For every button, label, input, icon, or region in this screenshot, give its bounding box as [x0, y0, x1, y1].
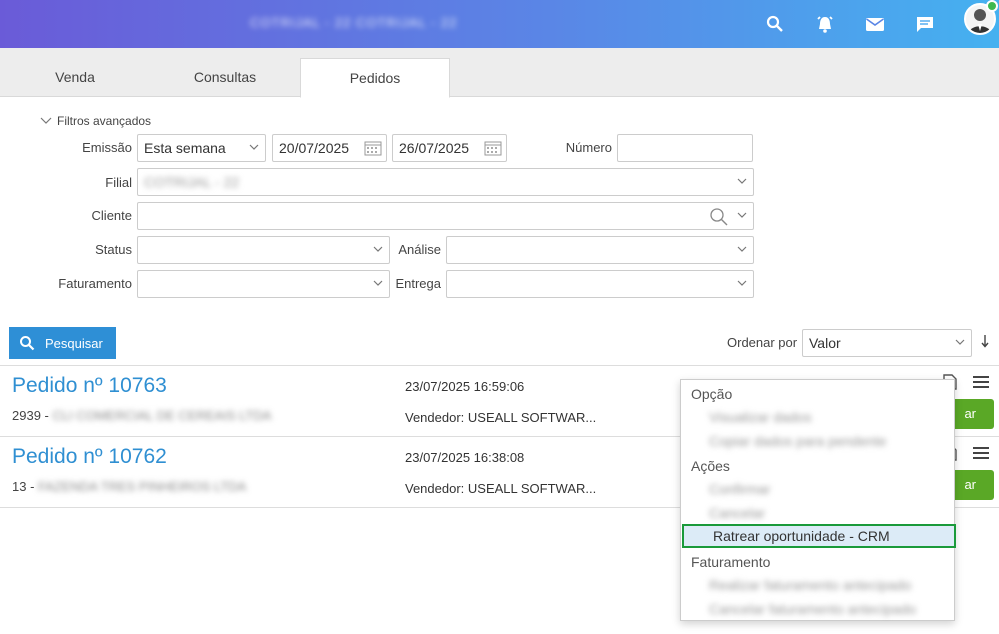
chevron-down-icon: [955, 339, 965, 345]
analise-label: Análise: [398, 242, 441, 257]
top-bar: COTRIJAL - 22 COTRIJAL - 22: [0, 0, 999, 48]
numero-input[interactable]: [617, 134, 753, 162]
advanced-filters-toggle[interactable]: Filtros avançados: [40, 114, 151, 128]
cliente-input[interactable]: [137, 202, 754, 230]
menu-item-track-crm[interactable]: Ratrear oportunidade - CRM: [682, 524, 956, 548]
menu-item[interactable]: Realizar faturamento antecipado: [709, 577, 911, 593]
emissao-select[interactable]: Esta semana: [137, 134, 266, 162]
filial-value: COTRIJAL - 22: [144, 174, 240, 190]
order-context-menu: Opção Visualizar dados Copiar dados para…: [680, 379, 956, 621]
order-seller: Vendedor: USEALL SOFTWAR...: [405, 410, 597, 425]
client-name: FAZENDA TRES PINHEIROS LTDA: [38, 479, 247, 494]
order-client: 2939 - CLI COMERCIAL DE CEREAIS LTDA: [12, 408, 271, 423]
emissao-value: Esta semana: [144, 140, 226, 156]
menu-icon[interactable]: [972, 374, 990, 390]
chevron-down-icon: [737, 280, 747, 286]
mail-icon[interactable]: [860, 9, 890, 39]
order-datetime: 23/07/2025 16:59:06: [405, 379, 525, 394]
order-datetime: 23/07/2025 16:38:08: [405, 450, 525, 465]
client-code: 13 -: [12, 479, 35, 494]
filial-select[interactable]: COTRIJAL - 22: [137, 168, 754, 196]
alarm-icon[interactable]: [810, 9, 840, 39]
chevron-down-icon: [373, 246, 383, 252]
order-by-select[interactable]: Valor: [802, 329, 972, 357]
tab-venda[interactable]: Venda: [0, 58, 150, 97]
order-title[interactable]: Pedido nº 10763: [12, 374, 167, 398]
filial-label: Filial: [105, 175, 132, 190]
entrega-label: Entrega: [395, 276, 441, 291]
menu-item[interactable]: Visualizar dados: [709, 409, 811, 425]
entrega-select[interactable]: [446, 270, 754, 298]
cliente-label: Cliente: [91, 208, 132, 223]
numero-label: Número: [565, 140, 612, 155]
menu-item[interactable]: Copiar dados para pendente: [709, 433, 886, 449]
chevron-down-icon: [737, 178, 747, 184]
menu-icon[interactable]: [972, 445, 990, 461]
faturamento-label: Faturamento: [58, 276, 132, 291]
search-icon[interactable]: [760, 9, 790, 39]
order-by-label: Ordenar por: [727, 335, 798, 350]
brand-name: COTRIJAL - 22 COTRIJAL - 22: [250, 15, 458, 30]
faturamento-select[interactable]: [137, 270, 390, 298]
search-icon[interactable]: [709, 207, 729, 227]
order-seller: Vendedor: USEALL SOFTWAR...: [405, 481, 597, 496]
chevron-down-icon: [737, 246, 747, 252]
chat-icon[interactable]: [910, 9, 940, 39]
chevron-down-icon: [249, 144, 259, 150]
menu-section-opcao: Opção: [691, 386, 733, 402]
tab-consultas[interactable]: Consultas: [150, 58, 300, 97]
client-name: CLI COMERCIAL DE CEREAIS LTDA: [52, 408, 272, 423]
date-to-input[interactable]: 26/07/2025: [392, 134, 507, 162]
tab-bar: Venda Consultas Pedidos: [0, 48, 999, 98]
status-select[interactable]: [137, 236, 390, 264]
date-from-value: 20/07/2025: [279, 140, 350, 156]
date-from-input[interactable]: 20/07/2025: [272, 134, 387, 162]
menu-item[interactable]: Confirmar: [709, 481, 770, 497]
menu-item[interactable]: Cancelar faturamento antecipado: [709, 601, 916, 617]
status-label: Status: [95, 242, 132, 257]
search-button[interactable]: Pesquisar: [9, 327, 116, 359]
order-title[interactable]: Pedido nº 10762: [12, 445, 167, 469]
sort-direction-icon[interactable]: [980, 334, 990, 351]
tab-pedidos[interactable]: Pedidos: [300, 58, 450, 98]
chevron-down-icon: [373, 280, 383, 286]
chevron-down-icon: [737, 212, 747, 218]
emissao-label: Emissão: [82, 140, 132, 155]
order-client: 13 - FAZENDA TRES PINHEIROS LTDA: [12, 479, 246, 494]
date-to-value: 26/07/2025: [399, 140, 470, 156]
analise-select[interactable]: [446, 236, 754, 264]
calendar-icon[interactable]: [484, 140, 502, 156]
search-icon: [20, 336, 35, 351]
advanced-filters-title: Filtros avançados: [57, 114, 152, 128]
menu-section-acoes: Ações: [691, 458, 730, 474]
chevron-down-icon: [40, 117, 52, 124]
menu-item[interactable]: Cancelar: [709, 505, 765, 521]
search-button-label: Pesquisar: [45, 335, 103, 351]
calendar-icon[interactable]: [364, 140, 382, 156]
client-code: 2939 -: [12, 408, 49, 423]
order-by-value: Valor: [809, 335, 841, 351]
online-status-dot: [986, 0, 998, 12]
menu-section-faturamento: Faturamento: [691, 554, 771, 570]
